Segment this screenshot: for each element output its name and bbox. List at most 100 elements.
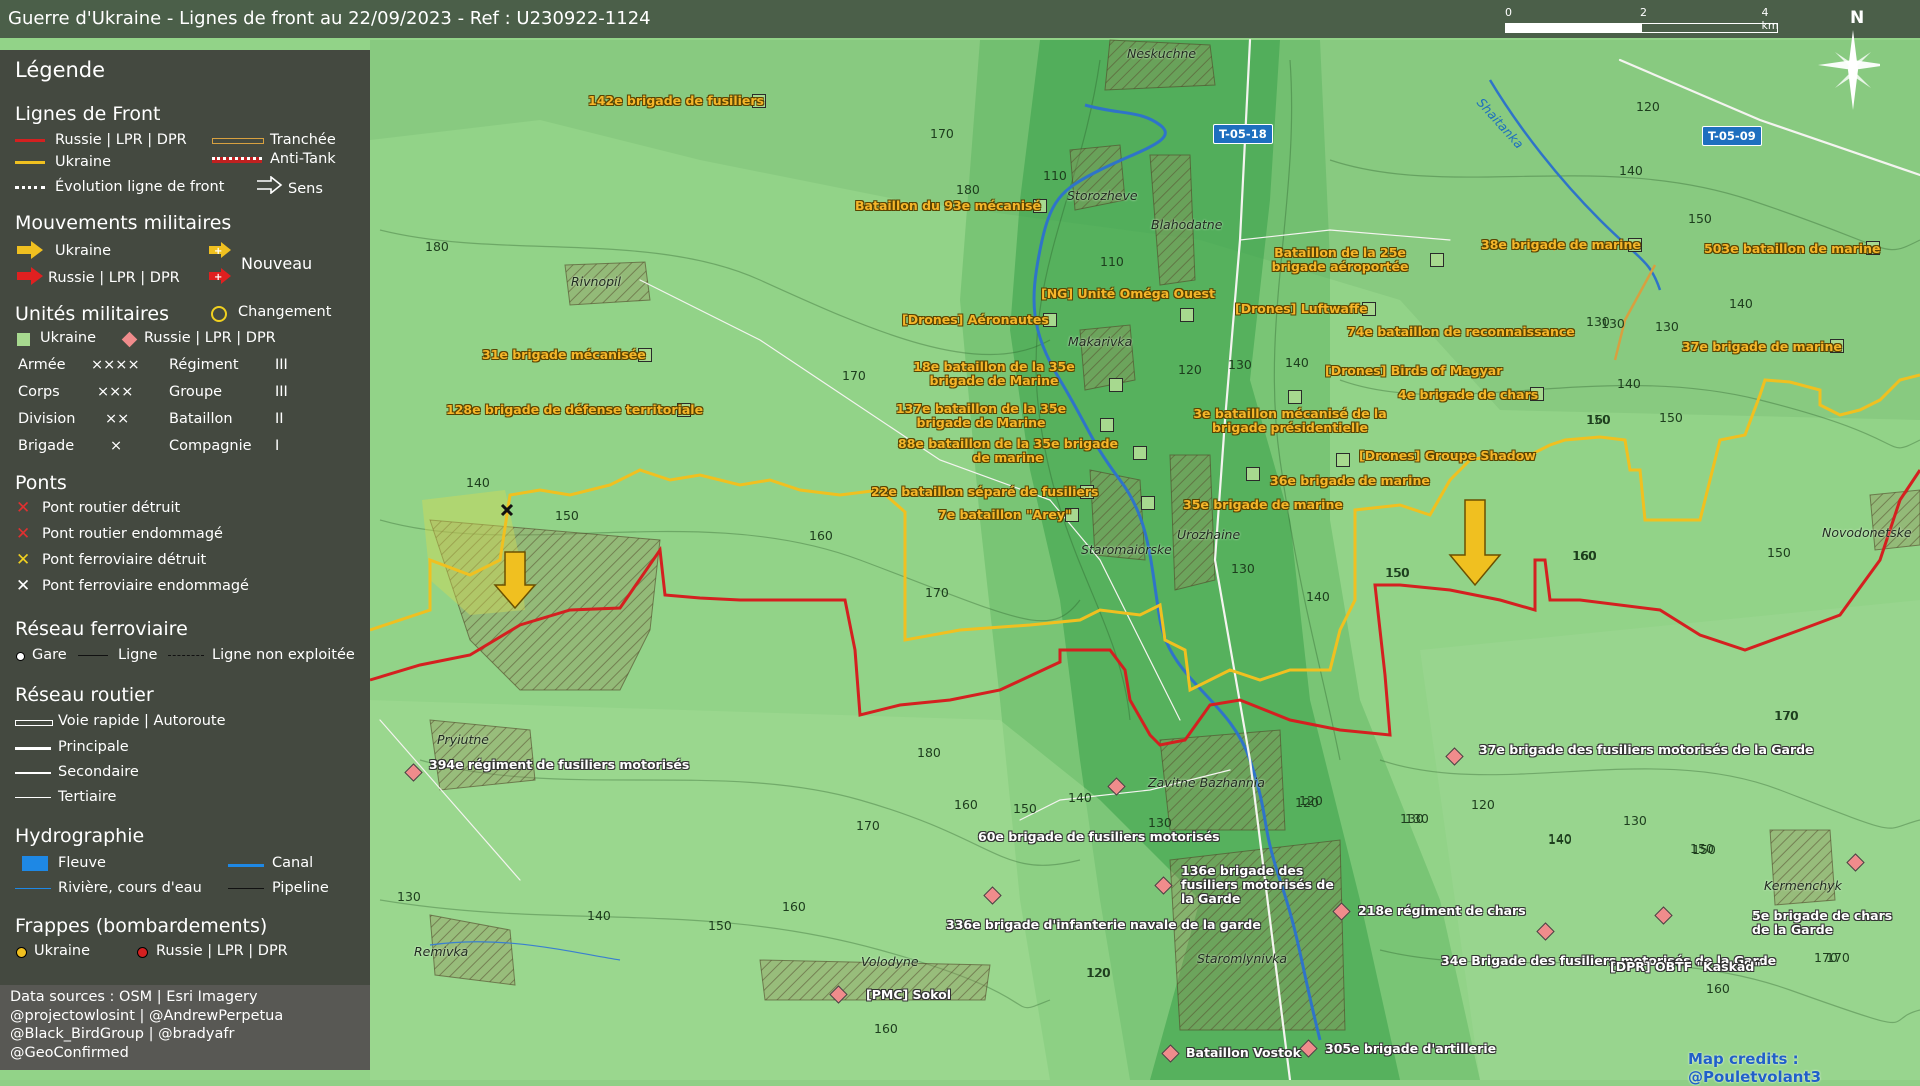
place-label: Neskuchne [1127,46,1197,61]
place-label: Rivnopil [571,274,622,289]
ukraine-unit-marker[interactable] [1180,308,1194,322]
place-label: Zavitne Bazhannia [1148,775,1265,790]
scale-segment [1505,23,1642,33]
main-road-swatch [15,747,51,750]
contour-label: 150 [708,918,732,933]
credit-line: @projectowlosint | @AndrewPerpetua [10,1007,284,1024]
legend-brigade-symbol: × [110,438,123,454]
legend-army-symbol: ×××× [91,357,140,373]
contour-label: 120 [1471,797,1495,812]
contour-label: 130 [1601,316,1625,331]
russia-unit-label: 305e brigade d'artillerie [1325,1041,1497,1056]
ukraine-unit-marker[interactable] [1336,453,1350,467]
legend-brigade: Brigade [18,438,75,454]
ukraine-unit-marker[interactable] [1288,390,1302,404]
russia-unit-label: 60e brigade de fusiliers motorisés [978,829,1220,844]
legend-rail-line: Ligne [118,647,158,663]
ukraine-unit-marker[interactable] [1133,446,1147,460]
place-label: Staromaiorske [1081,542,1172,557]
legend-division: Division [18,411,76,427]
ukraine-unit-marker[interactable] [1246,467,1260,481]
ukraine-unit-marker[interactable] [1141,496,1155,510]
place-label: Urozhaine [1177,527,1241,542]
legend-road-main: Principale [58,739,129,755]
rail-line-swatch [78,655,108,656]
legend-section-movements: Mouvements militaires [15,212,232,234]
ukraine-unit-label: 4e brigade de chars [1398,387,1539,402]
contour-label: 160 [954,797,978,812]
legend-company-symbol: I [275,438,280,454]
legend-title: Légende [15,58,106,82]
contour-label: 130 [1623,813,1647,828]
ukraine-unit-swatch [17,333,30,346]
contour-label: 140 [1306,589,1330,604]
legend-road-motorway: Voie rapide | Autoroute [58,713,226,729]
legend-regiment-symbol: III [275,357,288,373]
ukraine-unit-label: Bataillon du 93e mécanisé [855,198,1041,213]
legend-strike-russia: Russie | LPR | DPR [156,943,288,959]
ukraine-strike-icon [16,947,27,958]
contour-label: 130 [1228,357,1252,372]
data-sources: Data sources : OSM | Esri Imagery @proje… [0,985,370,1070]
ukraine-unit-label: [Drones] Birds of Magyar [1325,363,1503,378]
contour-label: 160 [809,528,833,543]
legend-pipeline: Pipeline [272,880,329,896]
contour-label: 160 [1706,981,1730,996]
legend-stream: Rivière, cours d'eau [58,880,202,896]
legend-trench: Tranchée [270,132,336,148]
svg-text:+: + [214,246,222,257]
pipeline-swatch [228,888,264,889]
ukraine-unit-marker[interactable] [1100,418,1114,432]
russia-unit-label: Bataillon Vostok [1186,1045,1301,1060]
road-shield-t0509: T-05-09 [1702,126,1762,146]
legend-section-hydro: Hydrographie [15,825,145,847]
contour-label: 120 [1636,99,1660,114]
contour-label: 160 [1587,412,1611,427]
contour-label: 170 [930,126,954,141]
road-bridge-destroyed-icon: ✕ [16,498,31,518]
place-label: Pryiutne [437,732,489,747]
ukraine-unit-label: 7e bataillon "Arey" [938,507,1072,522]
ukraine-unit-label: 128e brigade de défense territoriale [446,402,704,417]
legend-division-symbol: ×× [105,411,130,427]
rail-bridge-destroyed-icon: ✕ [16,550,31,570]
antitank-swatch [212,157,262,163]
contour-label: 110 [1100,254,1124,269]
ukraine-unit-label: [Drones] Aéronautes [902,312,1049,327]
legend-section-frontlines: Lignes de Front [15,103,161,125]
legend-corps-symbol: ××× [97,384,134,400]
russia-movement-icon [17,267,43,285]
contour-label: 120 [1087,965,1111,980]
secondary-road-swatch [15,772,51,774]
legend-bridge-road-damaged: Pont routier endommagé [42,526,223,542]
ukraine-unit-label: 18e bataillon de la 35e brigade de Marin… [913,359,1075,388]
contour-label: 160 [1573,548,1597,563]
map-title: Guerre d'Ukraine - Lignes de front au 22… [8,8,651,29]
ukraine-unit-label: 503e bataillon de marine [1704,241,1881,256]
contour-label: 160 [782,899,806,914]
river-big-swatch [22,856,48,871]
contour-label: 150 [555,508,579,523]
legend-section-rail: Réseau ferroviaire [15,618,188,640]
ukraine-unit-marker[interactable] [1109,378,1123,392]
legend-movement-ukraine: Ukraine [55,243,111,259]
legend-unit-ukraine: Ukraine [40,330,96,346]
north-arrow-icon [1818,30,1880,110]
tertiary-road-swatch [15,797,51,798]
russia-unit-label: 394e régiment de fusiliers motorisés [429,757,690,772]
road-bridge-damaged-icon: ✕ [16,524,31,544]
contour-label: 120 [1299,793,1323,808]
legend-bridge-rail-damaged: Pont ferroviaire endommagé [42,578,249,594]
ukraine-unit-label: [Drones] Groupe Shadow [1359,448,1536,463]
change-circle-icon [211,306,227,322]
rail-bridge-damaged-icon: ✕ [16,576,31,596]
map-credit[interactable]: Map credits : @Pouletvolant3 [1688,1050,1920,1086]
legend-company: Compagnie [169,438,252,454]
ukraine-unit-label: 88e bataillon de la 35e brigade de marin… [898,436,1118,465]
legend-section-bridges: Ponts [15,472,67,494]
ukraine-unit-label: 137e bataillon de la 35e brigade de Mari… [895,401,1067,430]
ukraine-unit-marker[interactable] [1430,253,1444,267]
legend-antitank: Anti-Tank [270,151,336,167]
area-urozhaine [1169,454,1216,591]
ukraine-unit-label: 22e bataillon séparé de fusiliers [871,484,1099,499]
